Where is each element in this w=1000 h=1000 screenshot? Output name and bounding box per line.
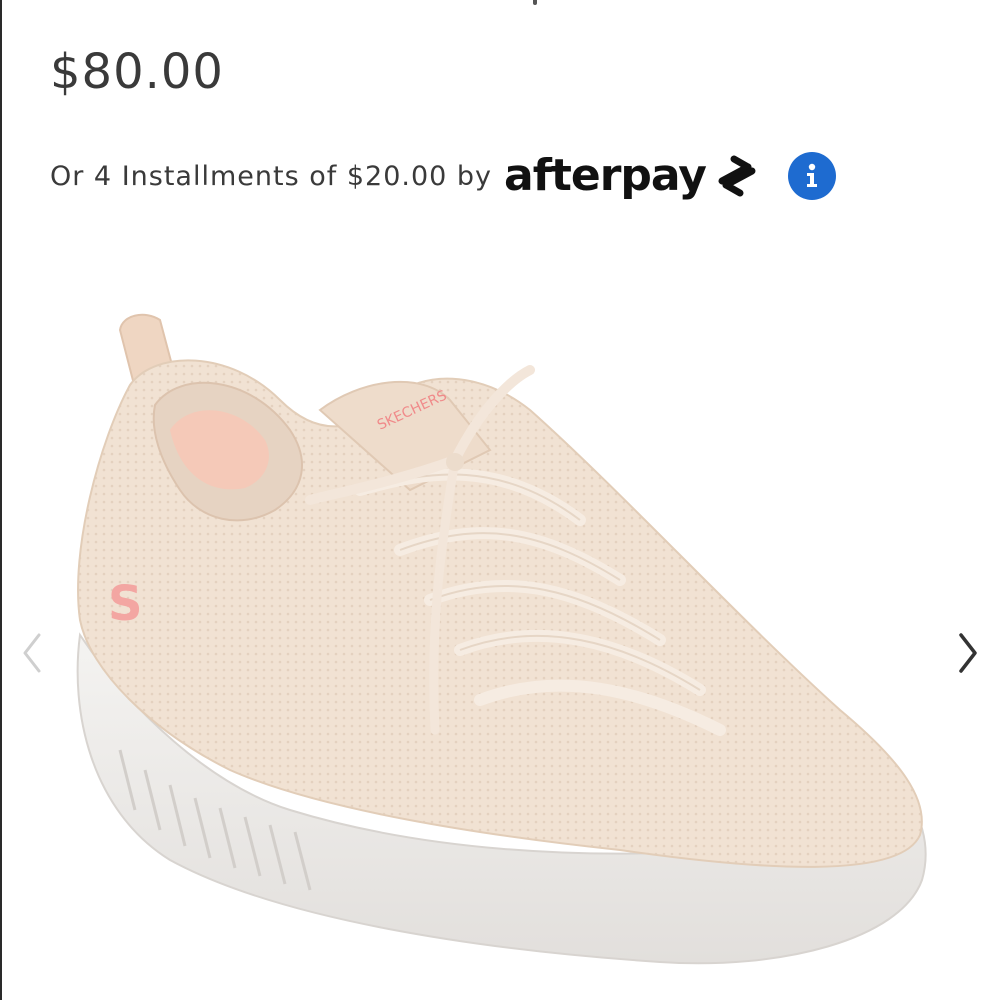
chevron-left-icon [23, 633, 41, 673]
afterpay-logo: afterpay [504, 151, 766, 201]
carousel-prev-button[interactable] [12, 625, 52, 681]
carousel-next-button[interactable] [948, 625, 988, 681]
installments-text: Or 4 Installments of $20.00 by [50, 160, 493, 192]
afterpay-installments: Or 4 Installments of $20.00 by afterpay [50, 148, 836, 204]
top-cropped-mark [533, 0, 537, 5]
afterpay-logo-text: afterpay [504, 150, 707, 201]
afterpay-arrows-icon [718, 155, 756, 197]
afterpay-info-button[interactable] [787, 152, 836, 200]
chevron-right-icon [959, 633, 977, 673]
info-icon [806, 163, 817, 187]
product-price: $80.00 [50, 44, 224, 100]
product-image[interactable]: SKECHERS S [60, 290, 940, 980]
page-left-border [0, 0, 2, 1000]
svg-text:S: S [108, 576, 143, 632]
